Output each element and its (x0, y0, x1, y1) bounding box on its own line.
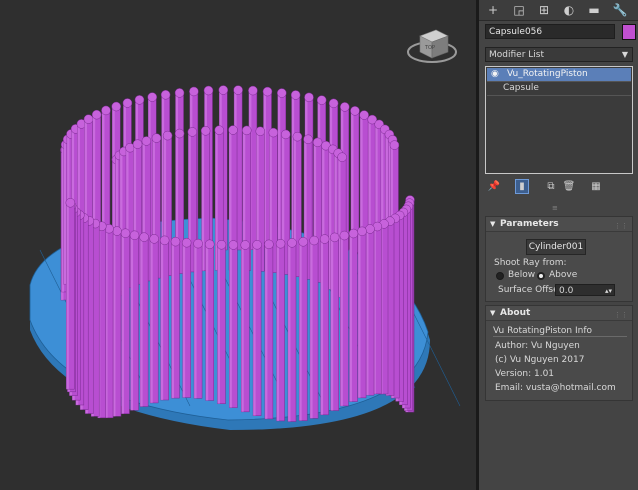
configure-sets-icon[interactable]: ▦ (589, 179, 603, 194)
piston (252, 240, 262, 416)
hierarchy-tab[interactable]: ⊞ (536, 2, 552, 18)
piston (365, 224, 375, 396)
piston (319, 234, 330, 416)
piston (348, 228, 359, 402)
parameters-title: Parameters (500, 219, 559, 229)
drag-handle-icon[interactable]: ⋮⋮ (614, 219, 628, 233)
object-color-swatch[interactable] (622, 24, 636, 40)
piston (287, 238, 297, 422)
piston (149, 234, 159, 404)
drag-handle-icon[interactable]: ⋮⋮ (614, 308, 628, 322)
piston (264, 239, 274, 420)
about-group-title: Vu RotatingPiston Info (493, 326, 627, 337)
piston (240, 240, 250, 413)
make-unique-icon[interactable]: ⧉ (544, 179, 558, 194)
piston (120, 228, 131, 414)
stack-toolbar: 📌 ▮ ⧉ 🗑 ▦ (485, 178, 633, 196)
chevron-down-icon: ▼ (621, 50, 628, 59)
stack-item-label: Capsule (503, 83, 539, 93)
piston (357, 226, 367, 399)
modifier-list-label: Modifier List (489, 50, 544, 60)
surface-offset-spinner[interactable]: 0.0 ▴▾ (555, 284, 615, 296)
panel-resize-grip[interactable]: ≡ (552, 205, 564, 212)
about-title: About (500, 308, 531, 318)
command-panel: + ◲ ⊞ ◐ ▬ 🔧 Capsule056 Modifier List ▼ ◉… (479, 0, 638, 490)
stack-item-capsule[interactable]: Capsule (487, 81, 631, 96)
piston (139, 232, 149, 407)
modifier-list-dropdown[interactable]: Modifier List ▼ (485, 47, 633, 62)
command-panel-tabs: + ◲ ⊞ ◐ ▬ 🔧 (479, 0, 638, 21)
modify-tab[interactable]: ◲ (511, 2, 527, 18)
eye-icon[interactable]: ◉ (491, 68, 499, 81)
about-version: Version: 1.01 (495, 369, 555, 379)
shoot-ray-label: Shoot Ray from: (494, 258, 567, 268)
surface-offset-value: 0.0 (559, 286, 574, 296)
collapse-triangle-icon: ▼ (490, 309, 496, 317)
viewport[interactable]: TOP (0, 0, 476, 490)
piston (112, 226, 122, 417)
parameters-header[interactable]: ▼ Parameters ⋮⋮ (486, 217, 632, 232)
surface-offset-label: Surface Offset (498, 285, 563, 295)
about-copyright: (c) Vu Nguyen 2017 (495, 355, 585, 365)
piston (65, 198, 76, 390)
collapse-triangle-icon: ▼ (490, 220, 496, 228)
stack-item-rotating-piston[interactable]: ◉ Vu_RotatingPiston (487, 68, 631, 81)
below-label: Below (508, 270, 536, 280)
piston (129, 230, 140, 411)
modifier-stack[interactable]: ◉ Vu_RotatingPiston Capsule (485, 66, 633, 174)
stack-item-label: Vu_RotatingPiston (507, 69, 588, 79)
about-author: Author: Vu Nguyen (495, 341, 580, 351)
piston (159, 235, 170, 401)
utilities-tab[interactable]: 🔧 (612, 2, 628, 18)
piston (329, 232, 340, 411)
piston (298, 237, 308, 421)
about-email: Email: vusta@hotmail.com (495, 383, 616, 393)
parameters-rollout: ▼ Parameters ⋮⋮ Cylinder001 Shoot Ray fro… (485, 216, 633, 302)
piston (170, 236, 181, 399)
about-header[interactable]: ▼ About ⋮⋮ (486, 306, 632, 321)
pick-object-button[interactable]: Cylinder001 (526, 239, 586, 255)
piston (193, 238, 203, 399)
above-radio[interactable] (537, 272, 545, 280)
piston (309, 235, 319, 419)
motion-tab[interactable]: ◐ (561, 2, 577, 18)
piston (339, 230, 350, 407)
about-rollout: ▼ About ⋮⋮ Vu RotatingPiston Info Author:… (485, 305, 633, 401)
display-tab[interactable]: ▬ (586, 2, 602, 18)
piston (275, 238, 286, 422)
piston (216, 239, 227, 404)
pin-stack-icon[interactable]: 📌 (487, 179, 501, 194)
view-cube: TOP (407, 29, 457, 63)
spinner-arrows-icon[interactable]: ▴▾ (605, 285, 612, 297)
piston-array (60, 85, 415, 422)
piston (181, 237, 192, 398)
below-radio[interactable] (496, 272, 504, 280)
piston (228, 240, 239, 408)
piston (204, 239, 215, 401)
object-name-field[interactable]: Capsule056 (485, 24, 615, 39)
scene-canvas[interactable]: TOP (0, 0, 476, 490)
show-end-result-icon[interactable]: ▮ (515, 179, 529, 194)
view-cube-label: TOP (424, 45, 435, 51)
create-tab[interactable]: + (485, 2, 501, 18)
remove-modifier-icon[interactable]: 🗑 (562, 179, 576, 194)
above-label: Above (549, 270, 578, 280)
object-name-row: Capsule056 (485, 24, 636, 40)
